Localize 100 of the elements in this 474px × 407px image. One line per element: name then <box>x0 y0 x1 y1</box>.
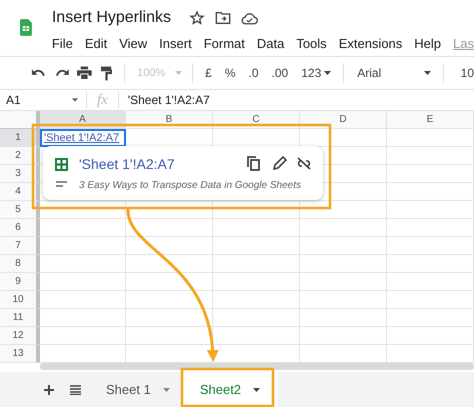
table-cell[interactable] <box>213 273 300 291</box>
menu-icon[interactable] <box>70 384 81 394</box>
caret-icon[interactable] <box>72 98 78 102</box>
table-cell[interactable] <box>300 219 387 237</box>
add-sheet-icon[interactable] <box>44 384 54 394</box>
row-header[interactable]: 1 <box>0 129 40 147</box>
font-dropdown[interactable]: Arial <box>357 64 431 82</box>
table-cell[interactable] <box>213 327 300 345</box>
star-icon[interactable] <box>189 10 206 26</box>
caret-icon[interactable] <box>324 71 332 75</box>
table-cell[interactable] <box>300 291 387 309</box>
print-icon[interactable] <box>77 66 92 80</box>
format-button[interactable]: £ <box>205 64 212 82</box>
unlink-icon[interactable] <box>297 157 311 170</box>
table-cell[interactable] <box>387 291 474 309</box>
table-cell[interactable] <box>40 273 126 291</box>
table-cell[interactable] <box>126 309 213 327</box>
pencil-icon[interactable] <box>273 156 287 170</box>
format-button[interactable]: .00 <box>272 64 288 82</box>
row-header[interactable]: 7 <box>0 237 40 255</box>
table-cell[interactable] <box>300 273 387 291</box>
row-header[interactable]: 10 <box>0 291 40 309</box>
table-cell[interactable] <box>126 327 213 345</box>
table-cell[interactable] <box>126 291 213 309</box>
table-cell[interactable] <box>300 309 387 327</box>
sheet-tab[interactable]: Sheet2 <box>182 372 278 407</box>
table-cell[interactable] <box>387 255 474 273</box>
menu-item[interactable]: Help <box>414 34 442 54</box>
table-cell[interactable] <box>40 201 126 219</box>
cell-link[interactable]: 'Sheet 1'!A2:A7 <box>44 132 120 144</box>
menu-item[interactable]: Format <box>204 34 245 54</box>
row-header[interactable]: 3 <box>0 165 40 183</box>
font-size-field[interactable]: 10 <box>460 64 474 82</box>
table-cell[interactable] <box>213 309 300 327</box>
row-header[interactable]: 6 <box>0 219 40 237</box>
table-cell[interactable] <box>126 219 213 237</box>
table-cell[interactable] <box>40 327 126 345</box>
table-cell[interactable] <box>213 219 300 237</box>
table-cell[interactable] <box>126 201 213 219</box>
table-cell[interactable] <box>213 201 300 219</box>
table-cell[interactable] <box>40 255 126 273</box>
table-cell[interactable] <box>387 147 474 165</box>
paint-roller-icon[interactable] <box>101 66 112 80</box>
table-cell[interactable] <box>213 237 300 255</box>
redo-icon[interactable] <box>54 68 70 78</box>
row-header[interactable]: 5 <box>0 201 40 219</box>
format-button[interactable]: .0 <box>248 64 259 82</box>
table-cell[interactable] <box>387 327 474 345</box>
menu-item[interactable]: View <box>119 34 148 54</box>
table-cell[interactable] <box>387 201 474 219</box>
table-cell[interactable] <box>126 273 213 291</box>
active-cell[interactable]: 'Sheet 1'!A2:A7 <box>40 129 126 147</box>
menu-item[interactable]: Extensions <box>338 34 402 54</box>
table-cell[interactable] <box>387 129 474 147</box>
column-header[interactable]: E <box>387 111 474 129</box>
table-cell[interactable] <box>387 165 474 183</box>
table-cell[interactable] <box>387 309 474 327</box>
caret-icon[interactable] <box>424 71 431 75</box>
caret-icon[interactable] <box>253 388 260 392</box>
table-cell[interactable] <box>40 219 126 237</box>
table-cell[interactable] <box>387 219 474 237</box>
horizontal-scrollbar[interactable] <box>40 363 474 370</box>
table-cell[interactable] <box>300 255 387 273</box>
table-cell[interactable] <box>213 255 300 273</box>
row-header[interactable]: 11 <box>0 309 40 327</box>
menu-item[interactable]: Data <box>256 34 284 54</box>
table-cell[interactable] <box>387 183 474 201</box>
cloud-icon[interactable] <box>241 12 258 24</box>
table-cell[interactable] <box>126 237 213 255</box>
row-header[interactable]: 2 <box>0 147 40 165</box>
document-title[interactable]: Insert Hyperlinks <box>52 6 172 30</box>
row-header[interactable]: 8 <box>0 255 40 273</box>
format-button[interactable]: % <box>224 64 236 82</box>
table-cell[interactable] <box>387 273 474 291</box>
table-cell[interactable] <box>40 291 126 309</box>
menu-item[interactable]: Tools <box>296 34 327 54</box>
name-box[interactable]: A1 <box>6 91 72 109</box>
menu-item[interactable]: Edit <box>84 34 108 54</box>
undo-icon[interactable] <box>31 68 46 78</box>
table-cell[interactable] <box>300 237 387 255</box>
row-header[interactable]: 12 <box>0 327 40 345</box>
sheet-tab[interactable]: Sheet 1 <box>106 372 170 407</box>
table-cell[interactable] <box>387 237 474 255</box>
table-cell[interactable] <box>126 255 213 273</box>
select-all-corner[interactable] <box>0 111 40 129</box>
table-cell[interactable] <box>300 327 387 345</box>
row-header[interactable]: 9 <box>0 273 40 291</box>
copy-icon[interactable] <box>247 156 260 171</box>
table-cell[interactable] <box>40 309 126 327</box>
folder-icon[interactable] <box>215 11 232 25</box>
table-cell[interactable] <box>213 291 300 309</box>
row-header[interactable]: 13 <box>0 345 40 363</box>
menu-item[interactable]: File <box>52 34 73 54</box>
link-title[interactable]: 'Sheet 1'!A2:A7 <box>79 154 175 175</box>
table-cell[interactable] <box>40 237 126 255</box>
menu-item[interactable]: Insert <box>159 34 192 54</box>
column-header[interactable]: D <box>300 111 387 129</box>
number-format-dropdown[interactable]: 123 <box>301 64 332 82</box>
formula-input[interactable]: 'Sheet 1'!A2:A7 <box>128 91 210 109</box>
table-cell[interactable] <box>300 201 387 219</box>
